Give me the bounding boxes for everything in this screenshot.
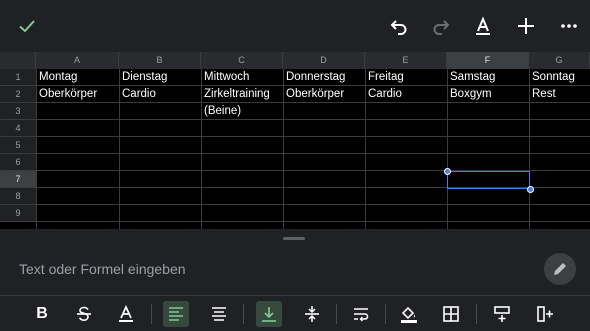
column-header-d[interactable]: D [283,52,365,69]
cell-g1[interactable]: Sonntag [529,69,575,86]
align-left-button[interactable] [163,301,189,327]
wrap-text-icon [354,308,369,322]
select-all-corner[interactable] [0,52,36,69]
toolbar-divider [151,304,152,324]
format-toolbar: B [0,295,590,331]
strikethrough-button[interactable] [71,301,97,327]
cell-d2[interactable]: Oberkörper [283,86,344,103]
cell-c2[interactable]: Zirkeltraining [201,86,270,103]
cell-f2[interactable]: Boxgym [447,86,492,103]
strikethrough-icon [77,306,91,322]
cell-f1[interactable]: Samstag [447,69,495,86]
insert-row-icon [494,306,510,322]
top-toolbar [0,0,590,52]
toolbar-divider [243,304,244,324]
more-icon[interactable] [557,14,581,38]
fill-color-icon [401,306,417,323]
row-header-3[interactable]: 3 [0,103,36,120]
align-left-icon [169,307,183,321]
cell-b1[interactable]: Dienstag [119,69,167,86]
redo-icon[interactable] [429,14,453,38]
insert-row-button[interactable] [489,301,515,327]
valign-bottom-icon [262,307,276,322]
grid-line [36,221,590,222]
cell-d1[interactable]: Donnerstag [283,69,345,86]
cell-a2[interactable]: Oberkörper [36,86,97,103]
cell-c1[interactable]: Mittwoch [201,69,249,86]
selected-cell-f7[interactable] [447,171,530,189]
borders-icon [443,306,459,322]
fill-color-button[interactable] [396,301,422,327]
cell-e1[interactable]: Freitag [365,69,404,86]
cell-c3[interactable]: (Beine) [201,103,241,120]
bold-button[interactable]: B [29,301,55,327]
column-header-c[interactable]: C [201,52,283,69]
grid-line [36,204,590,205]
spreadsheet-grid[interactable]: A B C D E F G 1 2 3 4 5 6 7 8 9 Montag D… [0,52,590,230]
column-header-bar: A B C D E F G [0,52,590,69]
insert-column-button[interactable] [532,301,558,327]
cell-a1[interactable]: Montag [36,69,77,86]
align-center-icon [212,307,226,321]
cell-b2[interactable]: Cardio [119,86,156,103]
grid-line [36,153,590,154]
selection-handle-bottom-right[interactable] [526,185,534,193]
text-color-button[interactable] [113,301,139,327]
valign-bottom-button[interactable] [256,301,282,327]
row-header-2[interactable]: 2 [0,86,36,103]
align-center-button[interactable] [206,301,232,327]
cell-g2[interactable]: Rest [529,86,556,103]
toolbar-divider [385,304,386,324]
row-header-7[interactable]: 7 [0,171,36,188]
column-header-a[interactable]: A [36,52,119,69]
text-color-icon [119,305,133,322]
row-header-8[interactable]: 8 [0,188,36,205]
column-header-b[interactable]: B [119,52,201,69]
valign-middle-icon [305,306,319,322]
check-icon[interactable] [15,14,39,38]
undo-icon[interactable] [387,14,411,38]
drag-handle[interactable] [283,237,305,240]
borders-button[interactable] [438,301,464,327]
row-header-1[interactable]: 1 [0,69,36,86]
cell-e2[interactable]: Cardio [365,86,402,103]
wrap-text-button[interactable] [348,301,374,327]
pencil-icon [554,263,566,275]
bold-icon: B [36,305,48,322]
column-header-e[interactable]: E [365,52,447,69]
row-header-9[interactable]: 9 [0,205,36,222]
selection-handle-top-left[interactable] [443,167,451,175]
text-color-icon[interactable] [471,14,495,38]
column-header-g[interactable]: G [529,52,590,69]
grid-line [36,136,590,137]
insert-column-icon [537,306,553,322]
edit-pencil-button[interactable] [544,253,576,285]
row-header-6[interactable]: 6 [0,154,36,171]
grid-line [36,119,590,120]
toolbar-divider [476,304,477,324]
formula-input[interactable]: Text oder Formel eingeben [19,261,186,277]
valign-middle-button[interactable] [299,301,325,327]
row-header-5[interactable]: 5 [0,137,36,154]
toolbar-divider [336,304,337,324]
row-header-4[interactable]: 4 [0,120,36,137]
column-header-f[interactable]: F [447,52,529,69]
add-icon[interactable] [514,14,538,38]
